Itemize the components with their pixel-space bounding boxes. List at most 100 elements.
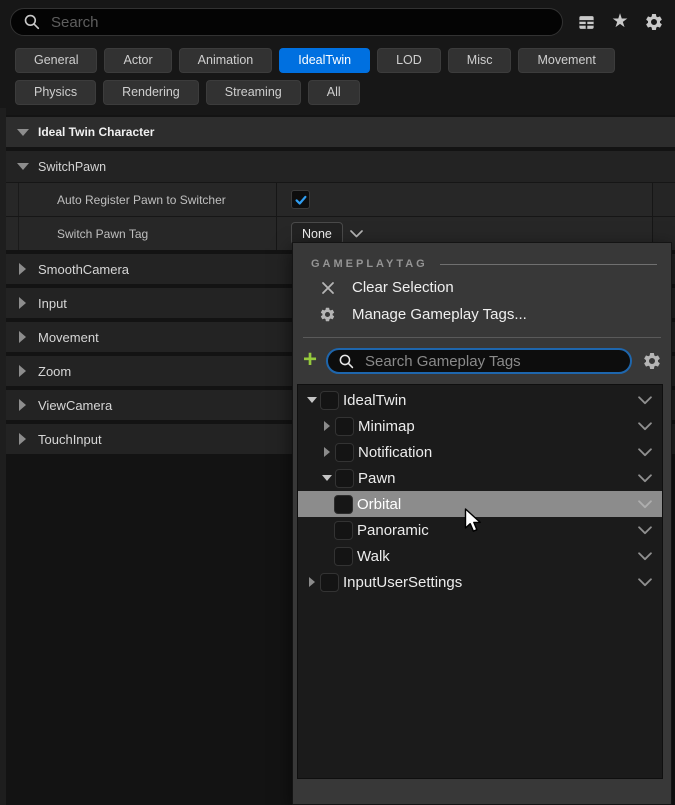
chevron-down-icon[interactable] <box>638 396 652 405</box>
display-options-icon[interactable] <box>575 11 597 33</box>
chevron-down-icon[interactable] <box>638 422 652 431</box>
filter-streaming[interactable]: Streaming <box>206 80 301 105</box>
tree-row-inputusersettings[interactable]: InputUserSettings <box>298 569 662 595</box>
property-label: Auto Register Pawn to Switcher <box>19 183 277 216</box>
tree-row-pawn[interactable]: Pawn <box>298 465 662 491</box>
chevron-down-icon[interactable] <box>638 526 652 535</box>
tag-label: Minimap <box>358 418 638 435</box>
popup-section-header: GAMEPLAYTAG <box>311 258 657 270</box>
tag-label: IdealTwin <box>343 392 638 409</box>
tag-tree: IdealTwin Minimap Notification Pawn Orbi… <box>297 384 663 779</box>
tag-options-gear-icon[interactable] <box>641 350 663 372</box>
expand-arrow-icon[interactable] <box>19 331 26 343</box>
section-rule <box>440 264 657 265</box>
filter-general[interactable]: General <box>15 48 97 73</box>
collapse-arrow-icon[interactable] <box>17 129 29 136</box>
section-switchpawn[interactable]: SwitchPawn <box>6 151 675 182</box>
chevron-down-icon[interactable] <box>638 448 652 457</box>
expand-arrow-icon[interactable] <box>304 577 320 587</box>
tree-row-minimap[interactable]: Minimap <box>298 413 662 439</box>
chevron-down-icon[interactable] <box>638 552 652 561</box>
checkmark-icon <box>294 193 308 207</box>
tag-checkbox[interactable] <box>320 391 339 410</box>
popup-divider <box>303 337 661 338</box>
expand-arrow-icon[interactable] <box>19 297 26 309</box>
tag-label: Pawn <box>358 470 638 487</box>
tree-row-idealtwin[interactable]: IdealTwin <box>298 387 662 413</box>
property-label: Switch Pawn Tag <box>19 217 277 250</box>
chevron-down-icon[interactable] <box>350 230 363 238</box>
tree-row-walk[interactable]: Walk <box>298 543 662 569</box>
filter-actor[interactable]: Actor <box>104 48 171 73</box>
filter-animation[interactable]: Animation <box>179 48 273 73</box>
tag-label: Panoramic <box>357 522 638 539</box>
section-label: SwitchPawn <box>38 160 106 174</box>
clear-x-icon <box>319 279 336 296</box>
filter-all[interactable]: All <box>308 80 360 105</box>
tag-label: Walk <box>357 548 638 565</box>
filter-idealtwin[interactable]: IdealTwin <box>279 48 370 73</box>
collapse-arrow-icon[interactable] <box>304 397 320 403</box>
section-label: Zoom <box>38 364 71 379</box>
tag-checkbox[interactable] <box>335 443 354 462</box>
row-indent <box>6 217 19 250</box>
tag-checkbox[interactable] <box>320 573 339 592</box>
tag-label: InputUserSettings <box>343 574 638 591</box>
add-tag-button[interactable]: + <box>303 350 317 370</box>
gear-icon <box>319 306 336 323</box>
category-ideal-twin-character[interactable]: Ideal Twin Character <box>6 117 675 147</box>
tree-row-panoramic[interactable]: Panoramic <box>298 517 662 543</box>
search-input[interactable] <box>49 13 550 32</box>
details-toolbar: ★ General Actor Animation IdealTwin LOD … <box>0 0 675 115</box>
tag-checkbox[interactable] <box>335 469 354 488</box>
filter-row-2: Physics Rendering Streaming All <box>15 80 665 105</box>
tree-row-orbital[interactable]: Orbital <box>298 491 662 517</box>
tree-row-notification[interactable]: Notification <box>298 439 662 465</box>
tag-checkbox[interactable] <box>334 495 353 514</box>
collapse-arrow-icon[interactable] <box>17 163 29 170</box>
tag-search-input[interactable] <box>363 352 620 371</box>
gameplay-tag-picker-popup: GAMEPLAYTAG Clear Selection Manage Gamep… <box>292 242 672 805</box>
filter-physics[interactable]: Physics <box>15 80 96 105</box>
section-label: SmoothCamera <box>38 262 129 277</box>
filter-rendering[interactable]: Rendering <box>103 80 199 105</box>
chevron-down-icon[interactable] <box>638 578 652 587</box>
chevron-down-icon[interactable] <box>638 474 652 483</box>
collapse-arrow-icon[interactable] <box>319 475 335 481</box>
settings-gear-icon[interactable] <box>643 11 665 33</box>
row-end-cell <box>652 183 675 216</box>
menu-clear-selection[interactable]: Clear Selection <box>293 274 671 301</box>
tag-label: Notification <box>358 444 638 461</box>
section-label: Movement <box>38 330 99 345</box>
filter-row-1: General Actor Animation IdealTwin LOD Mi… <box>15 48 665 73</box>
chevron-down-icon[interactable] <box>638 500 652 509</box>
tag-checkbox[interactable] <box>334 547 353 566</box>
section-label: Input <box>38 296 67 311</box>
tag-search-bar[interactable] <box>326 348 632 374</box>
auto-register-checkbox[interactable] <box>291 190 310 209</box>
expand-arrow-icon[interactable] <box>19 365 26 377</box>
expand-arrow-icon[interactable] <box>19 263 26 275</box>
section-label: TouchInput <box>38 432 102 447</box>
expand-arrow-icon[interactable] <box>319 447 335 457</box>
category-label: Ideal Twin Character <box>38 125 154 139</box>
tag-checkbox[interactable] <box>334 521 353 540</box>
search-bar[interactable] <box>10 8 563 36</box>
tag-label: Orbital <box>357 496 638 513</box>
menu-item-label: Clear Selection <box>352 279 454 296</box>
section-label: ViewCamera <box>38 398 112 413</box>
search-icon <box>23 13 41 31</box>
expand-arrow-icon[interactable] <box>19 399 26 411</box>
expand-arrow-icon[interactable] <box>319 421 335 431</box>
filter-misc[interactable]: Misc <box>448 48 512 73</box>
menu-item-label: Manage Gameplay Tags... <box>352 306 527 323</box>
search-icon <box>338 353 355 370</box>
filter-lod[interactable]: LOD <box>377 48 441 73</box>
row-indent <box>6 183 19 216</box>
section-title: GAMEPLAYTAG <box>311 258 428 270</box>
filter-movement[interactable]: Movement <box>518 48 614 73</box>
favorites-star-icon[interactable]: ★ <box>609 11 631 33</box>
menu-manage-gameplay-tags[interactable]: Manage Gameplay Tags... <box>293 301 671 328</box>
tag-checkbox[interactable] <box>335 417 354 436</box>
expand-arrow-icon[interactable] <box>19 433 26 445</box>
